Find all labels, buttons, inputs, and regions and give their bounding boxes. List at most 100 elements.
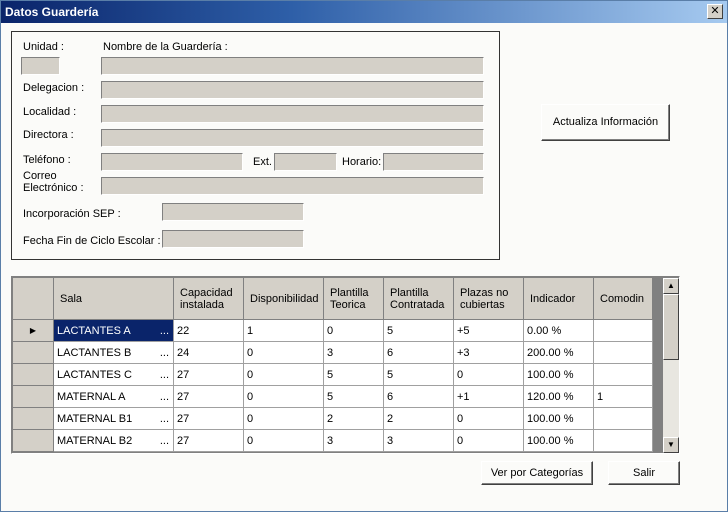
row-header[interactable] xyxy=(13,386,54,408)
row-header[interactable] xyxy=(13,408,54,430)
comodin-cell[interactable] xyxy=(594,430,653,452)
disponibilidad-cell[interactable]: 0 xyxy=(244,364,324,386)
comodin-cell[interactable] xyxy=(594,320,653,342)
comodin-cell[interactable] xyxy=(594,408,653,430)
unidad-field[interactable] xyxy=(21,57,60,75)
sala-cell[interactable]: LACTANTES B... xyxy=(54,342,174,364)
indicador-cell[interactable]: 100.00 % xyxy=(524,430,594,452)
horario-field[interactable] xyxy=(383,153,484,171)
delegacion-field[interactable] xyxy=(101,81,484,99)
capacidad-cell[interactable]: 27 xyxy=(174,364,244,386)
ellipsis-button[interactable]: ... xyxy=(160,435,173,447)
plantilla-contratada-cell[interactable]: 6 xyxy=(384,386,454,408)
table-row[interactable]: MATERNAL B1... 27 0 2 2 0 100.00 % xyxy=(13,408,663,430)
sala-cell[interactable]: MATERNAL B1... xyxy=(54,408,174,430)
title-bar: Datos Guardería ✕ xyxy=(1,1,727,23)
incorporacion-field[interactable] xyxy=(162,203,304,221)
plazas-no-cubiertas-cell[interactable]: 0 xyxy=(454,408,524,430)
table-row[interactable]: LACTANTES C... 27 0 5 5 0 100.00 % xyxy=(13,364,663,386)
close-button[interactable]: ✕ xyxy=(707,4,723,19)
plazas-no-cubiertas-cell[interactable]: +3 xyxy=(454,342,524,364)
capacidad-cell[interactable]: 27 xyxy=(174,386,244,408)
plantilla-teorica-cell[interactable]: 5 xyxy=(324,364,384,386)
plazas-no-cubiertas-cell[interactable]: 0 xyxy=(454,430,524,452)
sala-cell[interactable]: LACTANTES A... xyxy=(54,320,174,342)
col-header-disponibilidad[interactable]: Disponibilidad xyxy=(244,278,324,320)
col-header-plantilla-contratada[interactable]: Plantilla Contratada xyxy=(384,278,454,320)
row-header[interactable] xyxy=(13,342,54,364)
plantilla-teorica-cell[interactable]: 0 xyxy=(324,320,384,342)
plazas-no-cubiertas-cell[interactable]: +5 xyxy=(454,320,524,342)
sala-cell[interactable]: MATERNAL B2... xyxy=(54,430,174,452)
col-header-capacidad[interactable]: Capacidad instalada xyxy=(174,278,244,320)
scroll-thumb[interactable] xyxy=(663,294,679,360)
ext-field[interactable] xyxy=(274,153,337,171)
plantilla-contratada-cell[interactable]: 6 xyxy=(384,342,454,364)
grid-vertical-scrollbar[interactable]: ▲ ▼ xyxy=(663,278,679,453)
indicador-cell[interactable]: 0.00 % xyxy=(524,320,594,342)
col-header-indicador[interactable]: Indicador xyxy=(524,278,594,320)
directora-field[interactable] xyxy=(101,129,484,147)
directora-label: Directora : xyxy=(23,129,74,141)
ellipsis-button[interactable]: ... xyxy=(160,391,173,403)
plantilla-contratada-cell[interactable]: 2 xyxy=(384,408,454,430)
capacidad-cell[interactable]: 27 xyxy=(174,430,244,452)
unidad-label: Unidad : xyxy=(23,41,64,53)
table-row[interactable]: MATERNAL B2... 27 0 3 3 0 100.00 % xyxy=(13,430,663,452)
comodin-cell[interactable]: 1 xyxy=(594,386,653,408)
capacidad-cell[interactable]: 27 xyxy=(174,408,244,430)
scroll-down-icon[interactable]: ▼ xyxy=(663,437,679,453)
ellipsis-button[interactable]: ... xyxy=(160,347,173,359)
col-header-sala[interactable]: Sala xyxy=(54,278,174,320)
indicador-cell[interactable]: 200.00 % xyxy=(524,342,594,364)
plantilla-contratada-cell[interactable]: 5 xyxy=(384,364,454,386)
table-row[interactable]: LACTANTES B... 24 0 3 6 +3 200.00 % xyxy=(13,342,663,364)
row-header[interactable] xyxy=(13,430,54,452)
ellipsis-button[interactable]: ... xyxy=(160,413,173,425)
row-header[interactable] xyxy=(13,364,54,386)
localidad-field[interactable] xyxy=(101,105,484,123)
plazas-no-cubiertas-cell[interactable]: 0 xyxy=(454,364,524,386)
incorporacion-label: Incorporación SEP : xyxy=(23,208,121,220)
disponibilidad-cell[interactable]: 0 xyxy=(244,342,324,364)
scroll-up-icon[interactable]: ▲ xyxy=(663,278,679,294)
col-header-plazas-no-cubiertas[interactable]: Plazas no cubiertas xyxy=(454,278,524,320)
sala-cell[interactable]: MATERNAL A... xyxy=(54,386,174,408)
fecha-fin-field[interactable] xyxy=(162,230,304,248)
capacidad-cell[interactable]: 24 xyxy=(174,342,244,364)
telefono-field[interactable] xyxy=(101,153,243,171)
salir-button[interactable]: Salir xyxy=(608,461,680,485)
nombre-field[interactable] xyxy=(101,57,484,75)
plantilla-teorica-cell[interactable]: 3 xyxy=(324,430,384,452)
plantilla-contratada-cell[interactable]: 3 xyxy=(384,430,454,452)
horario-label: Horario: xyxy=(342,156,382,168)
correo-label-line2: Electrónico : xyxy=(23,182,84,194)
ver-por-categorias-button[interactable]: Ver por Categorías xyxy=(481,461,593,485)
plantilla-teorica-cell[interactable]: 3 xyxy=(324,342,384,364)
plantilla-teorica-cell[interactable]: 2 xyxy=(324,408,384,430)
plazas-no-cubiertas-cell[interactable]: +1 xyxy=(454,386,524,408)
indicador-cell[interactable]: 120.00 % xyxy=(524,386,594,408)
capacidad-cell[interactable]: 22 xyxy=(174,320,244,342)
col-header-comodin[interactable]: Comodin xyxy=(594,278,653,320)
col-header-plantilla-teorica[interactable]: Plantilla Teorica xyxy=(324,278,384,320)
salas-grid[interactable]: Sala Capacidad instalada Disponibilidad … xyxy=(11,276,680,454)
ellipsis-button[interactable]: ... xyxy=(160,369,173,381)
plantilla-teorica-cell[interactable]: 5 xyxy=(324,386,384,408)
disponibilidad-cell[interactable]: 0 xyxy=(244,408,324,430)
table-row[interactable]: MATERNAL A... 27 0 5 6 +1 120.00 % 1 xyxy=(13,386,663,408)
sala-cell[interactable]: LACTANTES C... xyxy=(54,364,174,386)
correo-field[interactable] xyxy=(101,177,484,195)
indicador-cell[interactable]: 100.00 % xyxy=(524,364,594,386)
disponibilidad-cell[interactable]: 1 xyxy=(244,320,324,342)
disponibilidad-cell[interactable]: 0 xyxy=(244,430,324,452)
indicador-cell[interactable]: 100.00 % xyxy=(524,408,594,430)
ellipsis-button[interactable]: ... xyxy=(160,325,173,337)
plantilla-contratada-cell[interactable]: 5 xyxy=(384,320,454,342)
comodin-cell[interactable] xyxy=(594,364,653,386)
comodin-cell[interactable] xyxy=(594,342,653,364)
current-row-indicator-icon[interactable]: ▶ xyxy=(13,320,54,342)
table-row[interactable]: ▶ LACTANTES A... 22 1 0 5 +5 0.00 % xyxy=(13,320,663,342)
actualiza-informacion-button[interactable]: Actualiza Información xyxy=(541,104,670,141)
disponibilidad-cell[interactable]: 0 xyxy=(244,386,324,408)
